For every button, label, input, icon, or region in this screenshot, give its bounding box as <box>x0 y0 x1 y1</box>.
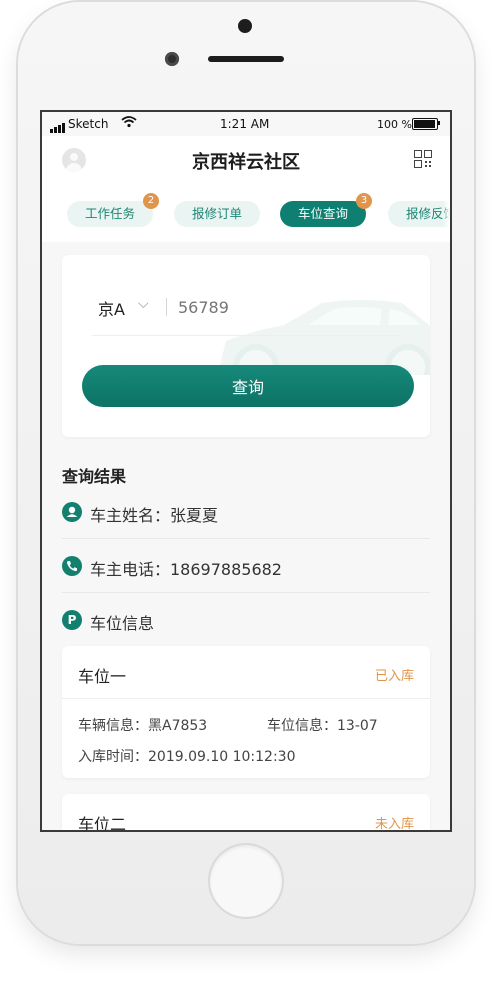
tab-label: 车位查询 <box>297 206 348 221</box>
slot-card-1[interactable]: 车位一 已入库 车辆信息：黑A7853 车位信息：13-07 入库时间：2019… <box>62 646 430 778</box>
entry-time: 入库时间：2019.09.10 10:12:30 <box>78 749 296 765</box>
slot-status-badge: 未入库 <box>374 817 414 830</box>
slot-card-2[interactable]: 车位二 未入库 <box>62 794 430 830</box>
slot-name: 车位二 <box>78 815 127 830</box>
chevron-down-icon[interactable]: ⌵ <box>138 296 149 312</box>
tab-badge: 2 <box>143 193 159 209</box>
battery-tip <box>438 121 440 125</box>
owner-name-row: 车主姓名：张夏夏 <box>62 485 430 539</box>
plate-prefix-select[interactable]: 京A <box>98 296 125 320</box>
qr-code-icon[interactable] <box>414 150 432 168</box>
vehicle-info: 车辆信息：黑A7853 <box>78 718 208 734</box>
tab-work-tasks[interactable]: 工作任务 2 <box>67 193 159 227</box>
parking-icon: P <box>62 610 82 630</box>
slot-name: 车位一 <box>78 667 127 686</box>
status-time: 1:21 AM <box>220 117 270 131</box>
battery-percent: 100 % <box>377 118 412 131</box>
plate-number-input[interactable] <box>176 291 310 323</box>
tab-repair-feedback[interactable]: 报修反馈 <box>388 201 450 227</box>
parking-info-label: 车位信息 <box>90 614 155 633</box>
tab-fade <box>442 184 450 242</box>
phone-icon <box>62 556 82 576</box>
home-button[interactable] <box>210 845 282 917</box>
battery-icon <box>412 118 438 130</box>
owner-phone[interactable]: 车主电话：18697885682 <box>90 556 282 580</box>
speaker-grille <box>208 56 284 62</box>
tab-bar: 工作任务 2 报修订单 车位查询 3 报修反馈 <box>42 184 450 242</box>
slot-status-badge: 已入库 <box>374 669 414 684</box>
tab-label: 报修订单 <box>191 206 242 221</box>
tab-parking-query[interactable]: 车位查询 3 <box>280 193 372 227</box>
owner-name: 车主姓名：张夏夏 <box>90 506 219 525</box>
input-underline <box>92 335 402 336</box>
status-bar: Sketch 1:21 AM 100 % <box>42 112 450 136</box>
plate-separator <box>166 298 167 316</box>
divider <box>62 698 430 699</box>
tab-repair-orders[interactable]: 报修订单 <box>174 201 260 227</box>
tab-label: 工作任务 <box>84 206 135 221</box>
slot-info: 车位信息：13-07 <box>267 718 378 734</box>
user-icon <box>62 502 82 522</box>
signal-icon <box>50 119 66 133</box>
earpiece-dot <box>238 19 252 33</box>
parking-info-row: P 车位信息 <box>62 593 430 647</box>
app-header: 京西祥云社区 <box>42 136 450 184</box>
owner-phone-row: 车主电话：18697885682 <box>62 539 430 593</box>
front-camera <box>165 52 179 66</box>
app-screen: Sketch 1:21 AM 100 % 京西祥云社区 工作任务 2 报修订单 … <box>42 112 450 830</box>
wifi-icon <box>121 116 137 131</box>
page-title: 京西祥云社区 <box>192 152 300 173</box>
tab-badge: 3 <box>356 193 372 209</box>
results-title: 查询结果 <box>62 467 127 486</box>
search-button[interactable]: 查询 <box>82 365 414 407</box>
search-card: 京A ⌵ 查询 <box>62 255 430 437</box>
carrier-label: Sketch <box>68 117 109 131</box>
